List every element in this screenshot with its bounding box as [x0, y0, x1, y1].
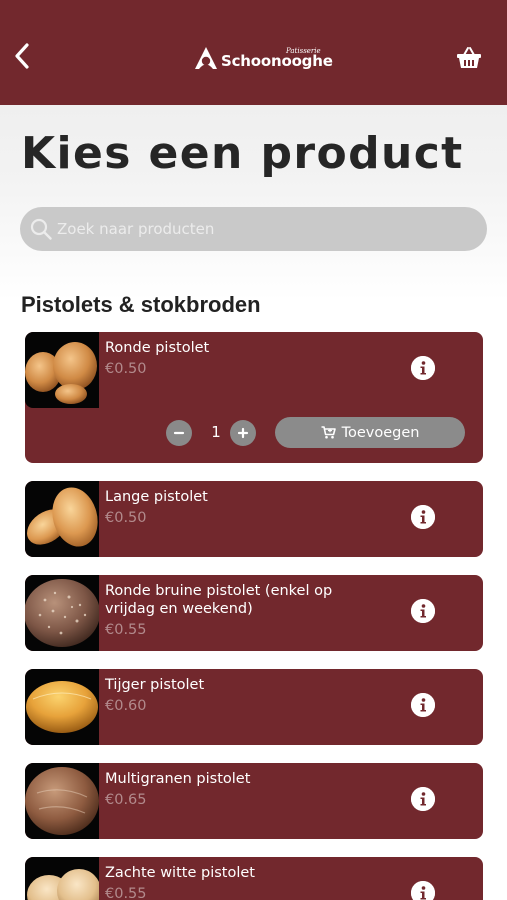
add-to-cart-button[interactable]: Toevoegen	[275, 417, 465, 448]
product-name: Lange pistolet	[105, 489, 208, 505]
back-button[interactable]	[8, 38, 36, 74]
info-button[interactable]	[411, 881, 435, 900]
info-icon	[411, 505, 435, 529]
product-price: €0.55	[105, 886, 147, 900]
search-input[interactable]	[57, 207, 477, 251]
product-card[interactable]: Zachte witte pistolet €0.55	[25, 857, 483, 900]
info-button[interactable]	[411, 787, 435, 811]
info-button[interactable]	[411, 505, 435, 529]
info-icon	[411, 881, 435, 900]
minus-icon	[173, 431, 185, 435]
info-icon	[411, 599, 435, 623]
info-button[interactable]	[411, 693, 435, 717]
product-name: Ronde pistolet	[105, 340, 210, 356]
product-name: Multigranen pistolet	[105, 771, 251, 787]
basket-icon	[457, 47, 481, 68]
product-image	[25, 857, 99, 900]
product-card[interactable]: Multigranen pistolet €0.65	[25, 763, 483, 839]
page-title: Kies een product	[21, 128, 464, 179]
info-icon	[411, 693, 435, 717]
product-price: €0.50	[105, 361, 147, 377]
info-button[interactable]	[411, 356, 435, 380]
product-card[interactable]: Ronde pistolet €0.50 1 Toevoegen	[25, 332, 483, 463]
cart-button[interactable]	[456, 46, 482, 70]
info-icon	[411, 787, 435, 811]
search-bar[interactable]	[20, 207, 487, 251]
product-name: Tijger pistolet	[105, 677, 205, 693]
product-name: Zachte witte pistolet	[105, 865, 255, 881]
increase-button[interactable]	[230, 420, 256, 446]
info-button[interactable]	[411, 599, 435, 623]
product-card[interactable]: Ronde bruine pistolet (enkel op vrijdag …	[25, 575, 483, 651]
plus-icon	[237, 427, 249, 439]
product-name: Ronde bruine pistolet (enkel op vrijdag …	[105, 583, 333, 617]
product-price: €0.55	[105, 622, 147, 638]
logo-mark-icon	[195, 47, 217, 69]
brand-logo: Patisserie Schoonooghe	[194, 44, 333, 70]
product-price: €0.50	[105, 510, 147, 526]
logo-subtitle: Patisserie	[285, 47, 321, 55]
product-image	[25, 481, 99, 557]
quantity-value: 1	[211, 423, 221, 441]
cart-plus-icon	[321, 426, 336, 439]
product-image	[25, 763, 99, 839]
search-icon	[30, 218, 52, 240]
product-card[interactable]: Tijger pistolet €0.60	[25, 669, 483, 745]
product-image	[25, 669, 99, 745]
decrease-button[interactable]	[166, 420, 192, 446]
product-image	[25, 332, 99, 408]
info-icon	[411, 356, 435, 380]
product-card[interactable]: Lange pistolet €0.50	[25, 481, 483, 557]
product-price: €0.65	[105, 792, 147, 808]
add-to-cart-label: Toevoegen	[341, 424, 420, 441]
section-title: Pistolets & stokbroden	[21, 292, 261, 317]
product-image	[25, 575, 99, 651]
app-header: Patisserie Schoonooghe	[0, 0, 507, 105]
chevron-left-icon	[15, 43, 29, 69]
product-price: €0.60	[105, 698, 147, 714]
